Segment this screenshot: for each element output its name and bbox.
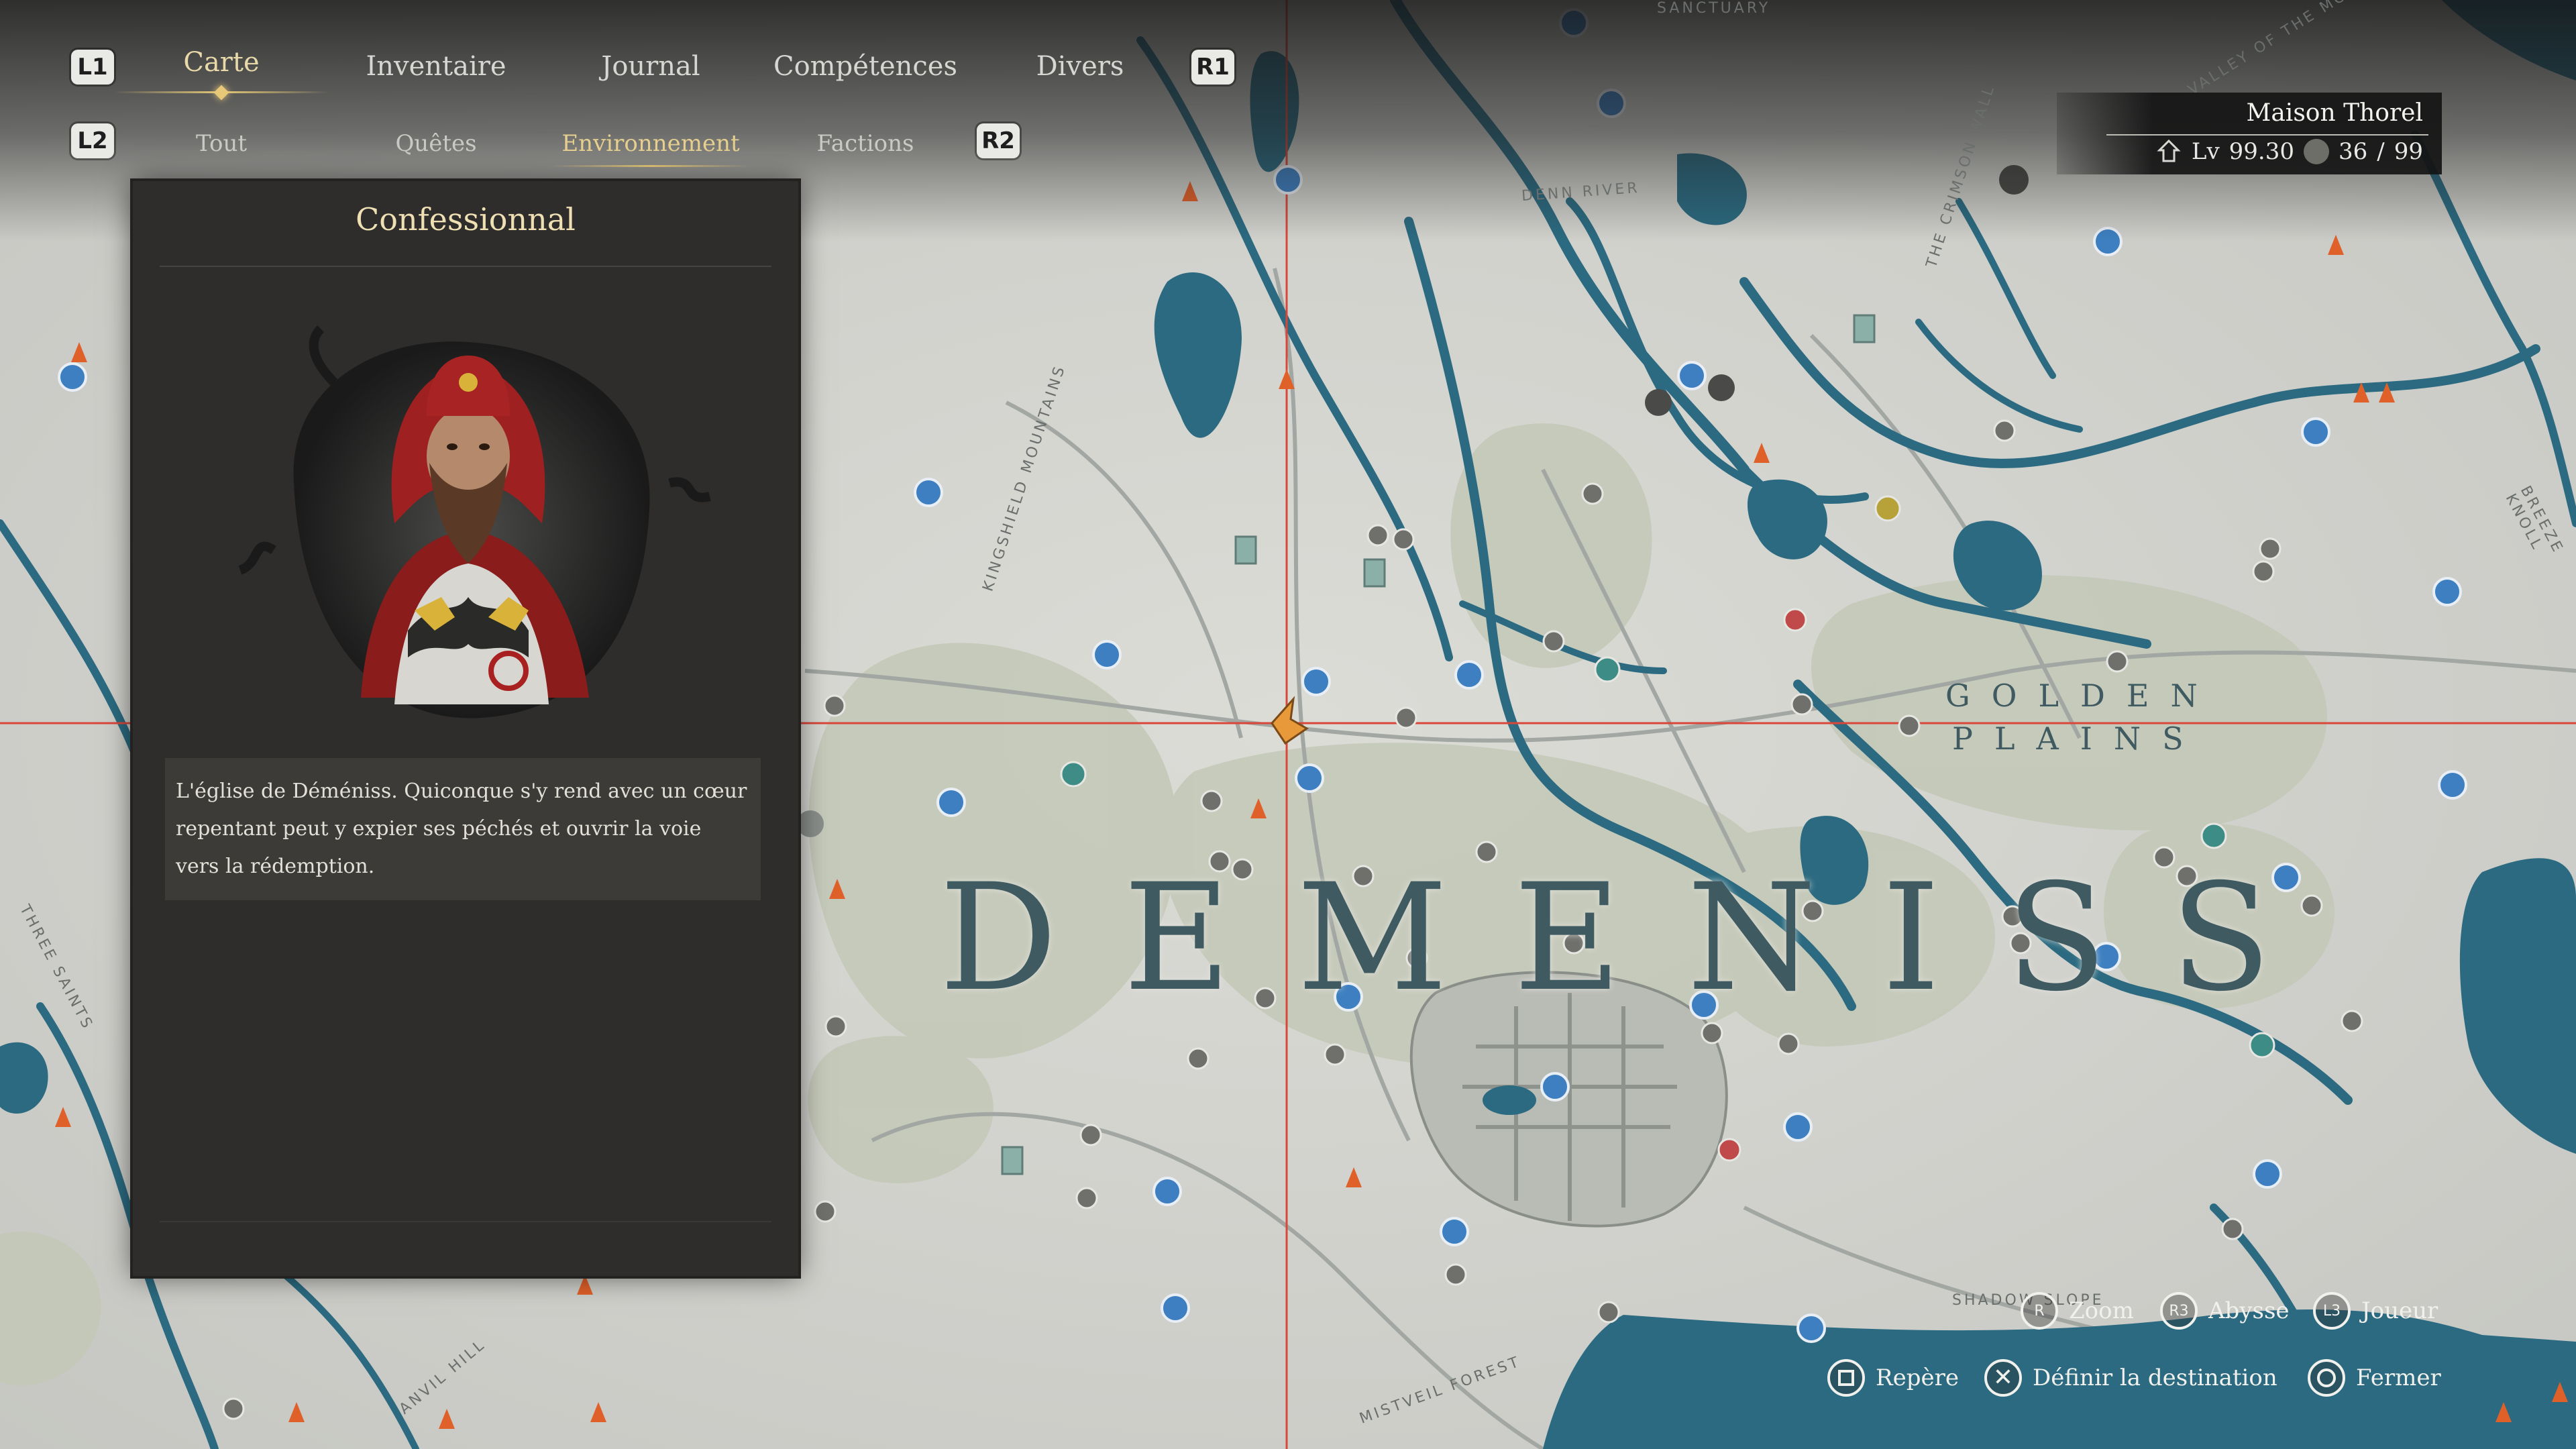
control-zoom[interactable]: R Zoom (2021, 1292, 2134, 1330)
skull-icon (2304, 139, 2329, 164)
r3-stick-icon: R3 (2160, 1292, 2198, 1330)
control-destination-label: Définir la destination (2033, 1364, 2277, 1391)
subtab-active-underline (550, 165, 751, 167)
control-zoom-label: Zoom (2069, 1297, 2134, 1324)
subtab-tout[interactable]: Tout (196, 130, 247, 157)
tab-carte[interactable]: Carte (183, 47, 259, 78)
map-label-sanctuary: SANCTUARY (1657, 0, 1771, 17)
subregion-name-line2: PLAINS (1952, 720, 2205, 757)
level-label: Lv (2191, 138, 2220, 165)
player-name: Maison Thorel (2246, 99, 2423, 127)
level-value: 99.30 (2229, 138, 2294, 165)
control-set-destination[interactable]: ✕ Définir la destination (1984, 1359, 2277, 1397)
l3-stick-icon: L3 (2313, 1292, 2351, 1330)
control-repere[interactable]: Repère (1827, 1359, 1959, 1397)
tab-inventaire[interactable]: Inventaire (366, 51, 506, 82)
subregion-name-line1: GOLDEN (1945, 678, 2219, 714)
panel-divider (160, 266, 771, 267)
r-stick-icon: R (2021, 1292, 2058, 1330)
subtab-factions[interactable]: Factions (817, 130, 914, 157)
player-stats: Lv 99.30 36 / 99 (2155, 138, 2423, 165)
player-info: Maison Thorel Lv 99.30 36 / 99 (2057, 93, 2442, 174)
tab-competences[interactable]: Compétences (773, 51, 957, 82)
player-divider (2106, 134, 2428, 136)
count-current: 36 (2339, 138, 2368, 165)
control-joueur[interactable]: L3 Joueur (2313, 1292, 2438, 1330)
l1-button-hint[interactable]: L1 (71, 50, 114, 85)
control-fermer-label: Fermer (2356, 1364, 2441, 1391)
location-info-panel: Confessionnal L'église de Déméniss. Quic… (133, 181, 798, 1276)
count-separator: / (2377, 138, 2385, 165)
control-joueur-label: Joueur (2361, 1297, 2438, 1324)
panel-bottom-divider (160, 1221, 771, 1222)
square-button-icon (1827, 1359, 1865, 1397)
panel-description: L'église de Déméniss. Quiconque s'y rend… (165, 758, 761, 900)
control-repere-label: Repère (1876, 1364, 1959, 1391)
region-name: DEMENISS (939, 852, 2337, 1024)
tab-divers[interactable]: Divers (1036, 51, 1124, 82)
control-fermer[interactable]: Fermer (2308, 1359, 2441, 1397)
control-abysse-label: Abysse (2208, 1297, 2290, 1324)
count-max: 99 (2394, 138, 2423, 165)
cross-button-icon: ✕ (1984, 1359, 2022, 1397)
panel-title: Confessionnal (356, 201, 576, 237)
subtab-quetes[interactable]: Quêtes (395, 130, 476, 157)
control-abysse[interactable]: R3 Abysse (2160, 1292, 2290, 1330)
level-icon (2157, 139, 2181, 162)
priest-portrait-image (238, 325, 711, 718)
subtab-environnement[interactable]: Environnement (561, 130, 739, 157)
tab-journal[interactable]: Journal (601, 51, 700, 82)
r1-button-hint[interactable]: R1 (1191, 50, 1234, 85)
circle-button-icon (2308, 1359, 2345, 1397)
l2-button-hint[interactable]: L2 (71, 123, 114, 158)
r2-button-hint[interactable]: R2 (977, 123, 1020, 158)
